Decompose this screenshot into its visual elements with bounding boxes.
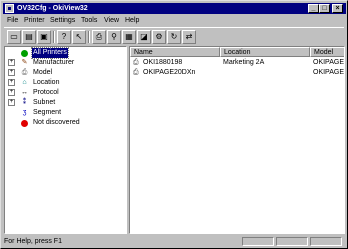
tree-item-label: Model (33, 69, 53, 76)
status-icon[interactable]: ◪ (137, 30, 151, 44)
expand-icon[interactable]: + (8, 79, 15, 86)
tree-item-label: Protocol (33, 89, 59, 96)
printer-icon: ⎙ (133, 59, 139, 66)
menu-file[interactable]: File (7, 15, 18, 26)
status-text: For Help, press F1 (4, 238, 62, 245)
tree-item-protocol[interactable]: + ↔ Protocol (5, 88, 125, 98)
status-panel (276, 237, 308, 246)
column-header-model[interactable]: Model (310, 47, 344, 57)
expand-icon[interactable]: + (8, 99, 15, 106)
new-icon[interactable]: ▭ (7, 30, 21, 44)
status-panel (310, 237, 342, 246)
printer-list[interactable]: Name Location Model ⎙ OKI1880198 Marketi… (129, 46, 345, 234)
cell-model: OKIPAGE (313, 69, 344, 76)
connect-icon[interactable]: ⇄ (182, 30, 196, 44)
printer-icon: ⎙ (133, 69, 139, 76)
tree-item-label: All Printers (31, 47, 69, 59)
cell-location: Marketing 2A (223, 59, 265, 66)
red-dot-icon (20, 119, 29, 127)
cell-name: OKIPAGE20DXn (143, 69, 196, 76)
green-dot-icon (20, 49, 29, 57)
main-window: OV32Cfg - OkiView32 _ □ × File Printer S… (0, 0, 348, 249)
tree-item-location[interactable]: + ⌂ Location (5, 78, 125, 88)
menu-help[interactable]: Help (125, 15, 139, 26)
model-icon: ⎙ (21, 69, 28, 76)
column-header-location[interactable]: Location (220, 47, 310, 57)
toolbar-separator (53, 31, 55, 43)
properties-icon[interactable]: ▦ (122, 30, 136, 44)
maximize-button[interactable]: □ (319, 4, 330, 13)
open-icon[interactable]: ▤ (22, 30, 36, 44)
discover-icon[interactable]: ⚲ (107, 30, 121, 44)
column-header-name[interactable]: Name (130, 47, 220, 57)
network-icon[interactable]: ⚙ (152, 30, 166, 44)
save-icon[interactable]: ▣ (37, 30, 51, 44)
protocol-icon: ↔ (21, 89, 28, 96)
location-icon: ⌂ (22, 79, 27, 86)
category-tree[interactable]: All Printers + ✎ Manufacturer + ⎙ Model … (4, 46, 127, 234)
help-icon[interactable]: ? (57, 30, 71, 44)
menu-tools[interactable]: Tools (81, 15, 97, 26)
tree-item-label: Manufacturer (33, 59, 75, 66)
toolbar: ▭ ▤ ▣ ? ↖ ⎙ ⚲ ▦ ◪ ⚙ ↻ ⇄ (4, 27, 344, 45)
title-bar[interactable]: OV32Cfg - OkiView32 _ □ × (3, 3, 346, 14)
table-row[interactable]: ⎙ OKIPAGE20DXn OKIPAGE (130, 68, 344, 78)
menu-settings[interactable]: Settings (50, 15, 75, 26)
menu-view[interactable]: View (104, 15, 119, 26)
tree-item-label: Not discovered (33, 119, 80, 126)
tree-item-label: Segment (33, 109, 62, 116)
status-bar: For Help, press F1 (4, 236, 344, 247)
tree-item-model[interactable]: + ⎙ Model (5, 68, 125, 78)
minimize-button[interactable]: _ (308, 4, 319, 13)
tree-item-label: Subnet (33, 99, 56, 106)
manufacturer-icon: ✎ (21, 59, 28, 66)
tree-item-manufacturer[interactable]: + ✎ Manufacturer (5, 58, 125, 68)
expand-icon[interactable]: + (8, 89, 15, 96)
app-icon[interactable] (5, 4, 14, 13)
window-title: OV32Cfg - OkiView32 (17, 5, 88, 12)
cell-name: OKI1880198 (143, 59, 183, 66)
menu-bar: File Printer Settings Tools View Help (4, 15, 344, 26)
tree-item-subnet[interactable]: + ⁑ Subnet (5, 98, 125, 108)
menu-printer[interactable]: Printer (24, 15, 45, 26)
tree-item-not-discovered[interactable]: Not discovered (5, 118, 125, 128)
printer-settings-icon[interactable]: ⎙ (92, 30, 106, 44)
context-help-icon[interactable]: ↖ (72, 30, 86, 44)
tree-item-label: Location (33, 79, 60, 86)
refresh-icon[interactable]: ↻ (167, 30, 181, 44)
subnet-icon: ⁑ (22, 99, 27, 106)
segment-icon: ʒ (22, 109, 27, 116)
expand-icon[interactable]: + (8, 69, 15, 76)
cell-model: OKIPAGE (313, 59, 344, 66)
toolbar-separator (88, 31, 90, 43)
close-button[interactable]: × (332, 4, 343, 13)
tree-item-segment[interactable]: ʒ Segment (5, 108, 125, 118)
tree-item-all-printers[interactable]: All Printers (5, 47, 125, 59)
expand-icon[interactable]: + (8, 59, 15, 66)
status-panel (242, 237, 274, 246)
table-row[interactable]: ⎙ OKI1880198 Marketing 2A OKIPAGE (130, 58, 344, 68)
